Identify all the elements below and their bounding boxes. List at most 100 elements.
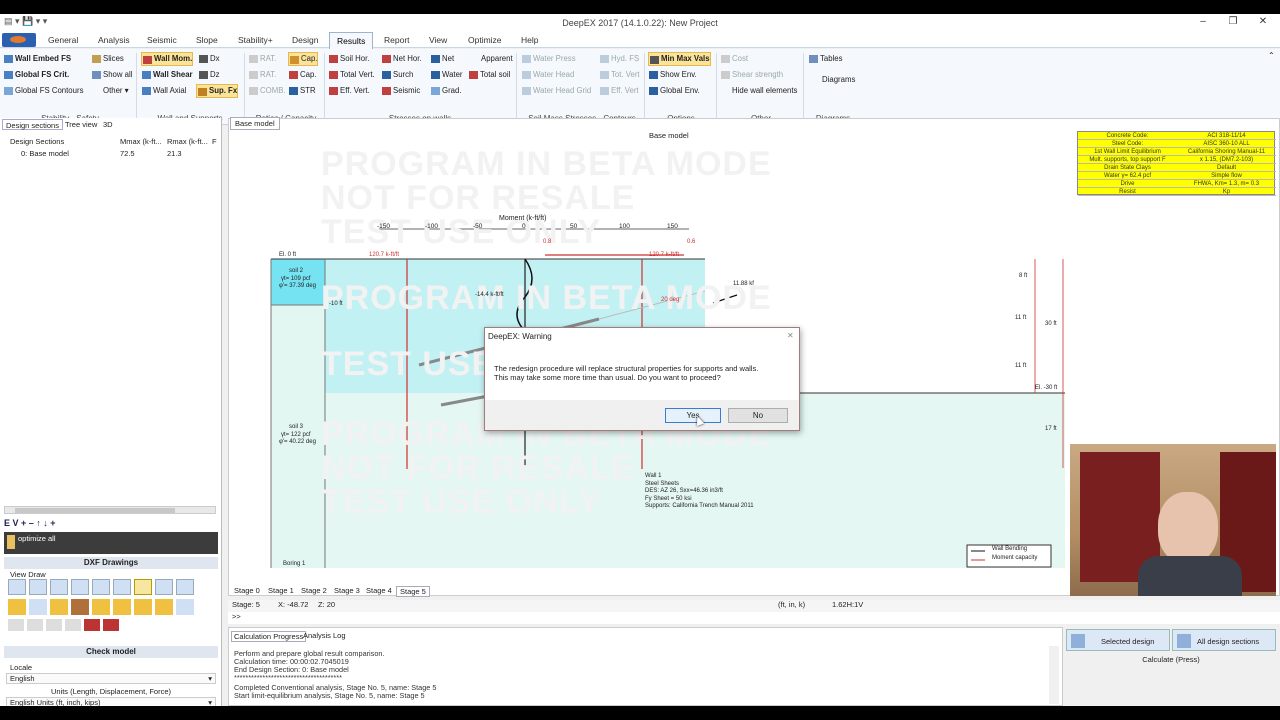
selected-design-button[interactable]: Selected design <box>1066 629 1170 651</box>
minimize-button[interactable]: – <box>1188 16 1218 30</box>
menu-results[interactable]: Results <box>329 32 374 49</box>
dx-button[interactable]: Dx <box>198 52 220 66</box>
maximize-button[interactable]: ❐ <box>1218 16 1248 30</box>
table-row[interactable]: 0: Base model 72.5 21.3 <box>4 149 218 161</box>
rat-button-2[interactable]: RAT. <box>248 68 276 82</box>
tab-3d[interactable]: 3D <box>100 119 116 130</box>
vertical-scrollbar[interactable] <box>1049 646 1059 704</box>
wall-embed-fs-button[interactable]: Wall Embed FS <box>3 52 71 66</box>
locale-select[interactable]: English ▾ <box>6 673 216 684</box>
str-button[interactable]: STR <box>288 84 316 98</box>
net-hor-button[interactable]: Net Hor. <box>381 52 422 66</box>
menu-help[interactable]: Help <box>521 35 538 45</box>
close-button[interactable]: ✕ <box>1248 16 1278 30</box>
tot-vert-button[interactable]: Tot. Vert <box>599 68 640 82</box>
menu-report[interactable]: Report <box>384 35 410 45</box>
water-press-button[interactable]: Water Press <box>521 52 576 66</box>
tools-icon[interactable] <box>46 619 62 631</box>
excavation-icon[interactable] <box>84 619 100 631</box>
menu-general[interactable]: General <box>48 35 78 45</box>
rat-button[interactable]: RAT. <box>248 52 276 66</box>
water-head-button[interactable]: Water Head <box>521 68 574 82</box>
settings-icon[interactable] <box>8 619 24 631</box>
zoom-window-icon[interactable] <box>71 579 89 595</box>
eff-vert-contour-button[interactable]: Eff. Vert <box>599 84 639 98</box>
seismic-button[interactable]: Seismic <box>381 84 420 98</box>
tab-stage-2[interactable]: Stage 2 <box>301 586 327 595</box>
axes-icon[interactable] <box>113 579 131 595</box>
app-logo-icon[interactable] <box>2 33 36 47</box>
global-fs-contours-button[interactable]: Global FS Contours <box>3 84 83 98</box>
grid-icon[interactable] <box>65 619 81 631</box>
kp-icon[interactable] <box>50 599 68 615</box>
tab-design-sections[interactable]: Design sections <box>2 119 63 130</box>
zoom-in-icon[interactable] <box>29 579 47 595</box>
show-env-button[interactable]: Show Env. <box>648 68 697 82</box>
xy-icon[interactable] <box>155 579 173 595</box>
comb-button[interactable]: COMB. <box>248 84 286 98</box>
fs-icon[interactable] <box>155 599 173 615</box>
cap-button[interactable]: Cap. <box>288 52 319 66</box>
no-button[interactable]: No <box>728 408 788 423</box>
snap-icon[interactable] <box>8 579 26 595</box>
total-vert-button[interactable]: Total Vert. <box>328 68 375 82</box>
menu-seismic[interactable]: Seismic <box>147 35 177 45</box>
yes-button[interactable]: Yes <box>665 408 721 423</box>
wall-axial-button[interactable]: Wall Axial <box>141 84 187 98</box>
text-icon[interactable] <box>29 599 47 615</box>
horizontal-scrollbar[interactable] <box>4 506 216 514</box>
zoom-extents-icon[interactable] <box>92 579 110 595</box>
water-button[interactable]: Water <box>430 68 463 82</box>
wall-mom-button[interactable]: Wall Mom. <box>141 52 194 66</box>
tab-stage-4[interactable]: Stage 4 <box>366 586 392 595</box>
slices-button[interactable]: Slices <box>91 52 124 66</box>
tab-stage-1[interactable]: Stage 1 <box>268 586 294 595</box>
wall-icon[interactable] <box>71 599 89 615</box>
global-env-button[interactable]: Global Env. <box>648 84 700 98</box>
berm-icon[interactable] <box>103 619 119 631</box>
cost-button[interactable]: Cost <box>720 52 748 66</box>
zoom-out-icon[interactable] <box>50 579 68 595</box>
hide-wall-elements-button[interactable]: Hide wall elements <box>720 84 797 98</box>
optimize-all-button[interactable]: optimize all <box>4 532 218 554</box>
u2-icon[interactable] <box>176 599 194 615</box>
diagrams-button[interactable]: Diagrams <box>810 73 855 87</box>
tab-stage-3[interactable]: Stage 3 <box>334 586 360 595</box>
command-line[interactable]: >> <box>228 612 1280 624</box>
grad-button[interactable]: Grad. <box>430 84 462 98</box>
show-all-button[interactable]: Show all <box>91 68 132 82</box>
hyd-fs-button[interactable]: Hyd. FS <box>599 52 639 66</box>
surch-button[interactable]: Surch <box>381 68 413 82</box>
min-max-vals-button[interactable]: Min Max Vals <box>648 52 711 66</box>
sup-fx-button[interactable]: Sup. Fx <box>196 84 239 98</box>
global-fs-crit-button[interactable]: Global FS Crit. <box>3 68 69 82</box>
menu-design[interactable]: Design <box>292 35 318 45</box>
eraser-icon[interactable] <box>27 619 43 631</box>
menu-view[interactable]: View <box>429 35 447 45</box>
dialog-close-button[interactable]: ✕ <box>787 331 794 340</box>
section-toolbar[interactable]: E V + – ↑ ↓ + <box>4 518 114 530</box>
menu-slope[interactable]: Slope <box>196 35 218 45</box>
pencil-icon[interactable] <box>176 579 194 595</box>
qt-icon[interactable] <box>113 599 131 615</box>
tab-stage-5[interactable]: Stage 5 <box>396 586 430 597</box>
menu-optimize[interactable]: Optimize <box>468 35 502 45</box>
view-draw-toolbar[interactable] <box>8 579 198 639</box>
units-select[interactable]: English Units (ft, inch, kips) ▾ <box>6 697 216 706</box>
other-dropdown[interactable]: Other ▾ <box>91 84 129 98</box>
collapse-ribbon-icon[interactable]: ⌃ <box>1268 51 1275 60</box>
apparent-button[interactable]: Apparent <box>469 52 513 66</box>
cap-button-2[interactable]: Cap. <box>288 68 316 82</box>
cg-icon[interactable] <box>8 599 26 615</box>
tab-analysis-log[interactable]: Analysis Log <box>303 631 346 640</box>
bbtn-icon[interactable] <box>134 599 152 615</box>
all-design-sections-button[interactable]: All design sections <box>1172 629 1276 651</box>
tab-base-model[interactable]: Base model <box>230 117 280 130</box>
menu-stability[interactable]: Stability+ <box>238 35 273 45</box>
ruler-icon[interactable] <box>134 579 152 595</box>
water-head-grid-button[interactable]: Water Head Grid <box>521 84 591 98</box>
soil-hor-button[interactable]: Soil Hor. <box>328 52 369 66</box>
tab-tree-view[interactable]: Tree view <box>62 119 100 130</box>
menu-analysis[interactable]: Analysis <box>98 35 130 45</box>
dz-button[interactable]: Dz <box>198 68 220 82</box>
